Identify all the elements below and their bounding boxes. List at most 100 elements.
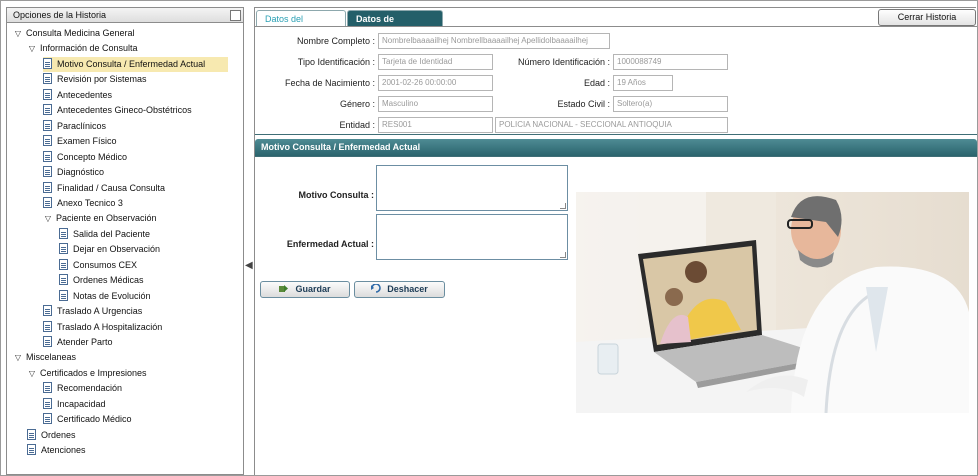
id-number-field[interactable]: 1000088749 (613, 54, 728, 70)
sidebar-title: Opciones de la Historia (13, 10, 107, 20)
sidebar-item-label: Salida del Paciente (73, 228, 151, 239)
entity-name-field[interactable]: POLICIA NACIONAL - SECCIONAL ANTIOQUIA (495, 117, 728, 133)
resize-grip-icon[interactable] (560, 252, 566, 258)
app-window: Opciones de la Historia ▽ Consulta Medici… (0, 0, 978, 476)
sidebar-item-label: Consumos CEX (73, 259, 138, 270)
entity-code-field[interactable]: RES001 (378, 117, 493, 133)
sidebar-item[interactable]: Finalidad / Causa Consulta (43, 181, 165, 196)
sidebar-item[interactable]: Salida del Paciente (59, 227, 150, 242)
expand-triangle-icon[interactable]: ▽ (13, 350, 23, 365)
main-panel: Datos del Paciente Datos de Atención Cer… (254, 7, 977, 475)
document-icon (43, 320, 52, 332)
sidebar-item-label: Traslado A Urgencias (57, 306, 143, 317)
sidebar-item[interactable]: Anexo Tecnico 3 (43, 196, 123, 211)
sidebar-item-label: Ordenes Médicas (73, 275, 144, 286)
sidebar-item[interactable]: ▽ Consulta Medicina General (13, 26, 135, 41)
undo-icon (371, 284, 382, 293)
sidebar-item[interactable]: Revisión por Sistemas (43, 72, 147, 87)
entity-label: Entidad : (339, 120, 375, 130)
sidebar-item[interactable]: Paraclínicos (43, 119, 106, 134)
sidebar-item[interactable]: Recomendación (43, 381, 122, 396)
sidebar-item-label: Atender Parto (57, 337, 113, 347)
birth-date-field[interactable]: 2001-02-26 00:00:00 (378, 75, 493, 91)
sidebar-item[interactable]: Antecedentes (43, 88, 112, 103)
sidebar-item[interactable]: Atender Parto (43, 335, 113, 350)
sidebar-item-label: Miscelaneas (26, 352, 77, 363)
sidebar-item-label: Incapacidad (57, 398, 106, 409)
tab-datos-atencion[interactable]: Datos de Atención (347, 10, 443, 40)
sidebar-item-label: Paraclínicos (57, 120, 107, 131)
sidebar-item-label: Anexo Tecnico 3 (57, 197, 123, 208)
sidebar-item[interactable]: ▽ Miscelaneas (13, 350, 76, 365)
sidebar-header: Opciones de la Historia (7, 8, 243, 23)
document-icon (43, 73, 52, 85)
sidebar-item[interactable]: Ordenes Médicas (59, 273, 144, 288)
expand-triangle-icon[interactable]: ▽ (27, 41, 37, 56)
current-illness-label: Enfermedad Actual : (286, 239, 374, 249)
sidebar-item[interactable]: Atenciones (27, 443, 86, 458)
sidebar-item[interactable]: Dejar en Observación (59, 242, 160, 257)
sidebar-item[interactable]: ▽ Certificados e Impresiones (27, 366, 147, 381)
gender-label: Género : (339, 99, 375, 109)
document-icon (43, 57, 52, 69)
sidebar-item[interactable]: ▽ Información de Consulta (27, 41, 138, 56)
undo-button-label: Deshacer (387, 284, 428, 294)
sidebar-item[interactable]: Consumos CEX (59, 258, 137, 273)
expand-triangle-icon[interactable]: ▽ (27, 366, 37, 381)
document-icon (43, 397, 52, 409)
sidebar-item-label: Paciente en Observación (56, 213, 157, 224)
reason-textarea[interactable] (376, 165, 568, 211)
sidebar-item-label: Información de Consulta (40, 43, 138, 54)
sidebar-item-label: Concepto Médico (57, 151, 128, 162)
current-illness-textarea[interactable] (376, 214, 568, 260)
sidebar-item-label: Atenciones (41, 445, 86, 456)
sidebar-item-label: Motivo Consulta / Enfermedad Actual (57, 58, 206, 69)
close-history-button[interactable]: Cerrar Historia (878, 9, 976, 26)
document-icon (43, 166, 52, 178)
full-name-label: Nombre Completo : (296, 36, 375, 46)
tab-datos-paciente[interactable]: Datos del Paciente (256, 10, 346, 40)
sidebar-item[interactable]: Motivo Consulta / Enfermedad Actual (43, 56, 228, 72)
expand-triangle-icon[interactable]: ▽ (43, 211, 53, 226)
collapse-sidebar-icon[interactable]: ◀ (245, 260, 253, 271)
undo-button[interactable]: Deshacer (354, 281, 445, 298)
document-icon (27, 428, 36, 440)
sidebar-item[interactable]: Incapacidad (43, 397, 106, 412)
sidebar-item[interactable]: Notas de Evolución (59, 289, 151, 304)
sidebar-item-label: Revisión por Sistemas (57, 74, 147, 85)
sidebar-item[interactable]: Traslado A Urgencias (43, 304, 142, 319)
sidebar-item[interactable]: ▽ Paciente en Observación (43, 211, 157, 226)
save-button-label: Guardar (295, 284, 331, 294)
full-name-field[interactable]: Nombrelbaaaailhej Nombrellbaaaailhej Ape… (378, 33, 610, 49)
sidebar-item-label: Diagnóstico (57, 167, 105, 178)
birth-date-label: Fecha de Nacimiento : (284, 78, 375, 88)
marital-status-field[interactable]: Soltero(a) (613, 96, 728, 112)
reason-label: Motivo Consulta : (298, 190, 375, 200)
document-icon (43, 88, 52, 100)
marital-status-label: Estado Civil : (557, 99, 610, 109)
document-icon (27, 444, 36, 456)
resize-grip-icon[interactable] (560, 203, 566, 209)
telemedicine-photo (576, 192, 969, 413)
expand-triangle-icon[interactable]: ▽ (13, 26, 23, 41)
sidebar-item-label: Antecedentes Gineco-Obstétricos (57, 105, 192, 116)
sidebar-item[interactable]: Concepto Médico (43, 150, 127, 165)
sidebar-item[interactable]: Traslado A Hospitalización (43, 320, 162, 335)
sidebar-item-label: Ordenes (41, 429, 76, 440)
age-field[interactable]: 19 Años (613, 75, 673, 91)
document-icon (59, 227, 68, 239)
gender-field[interactable]: Masculino (378, 96, 493, 112)
document-icon (43, 135, 52, 147)
sidebar-toggle-button[interactable] (230, 10, 241, 21)
document-icon (59, 258, 68, 270)
age-label: Edad : (583, 78, 610, 88)
sidebar-item-label: Notas de Evolución (73, 290, 151, 301)
sidebar-item[interactable]: Ordenes (27, 428, 76, 443)
sidebar-item[interactable]: Diagnóstico (43, 165, 104, 180)
document-icon (43, 119, 52, 131)
save-button[interactable]: Guardar (260, 281, 350, 298)
sidebar-item[interactable]: Antecedentes Gineco-Obstétricos (43, 103, 192, 118)
sidebar-item[interactable]: Examen Físico (43, 134, 117, 149)
id-type-field[interactable]: Tarjeta de Identidad (378, 54, 493, 70)
sidebar-item[interactable]: Certificado Médico (43, 412, 132, 427)
